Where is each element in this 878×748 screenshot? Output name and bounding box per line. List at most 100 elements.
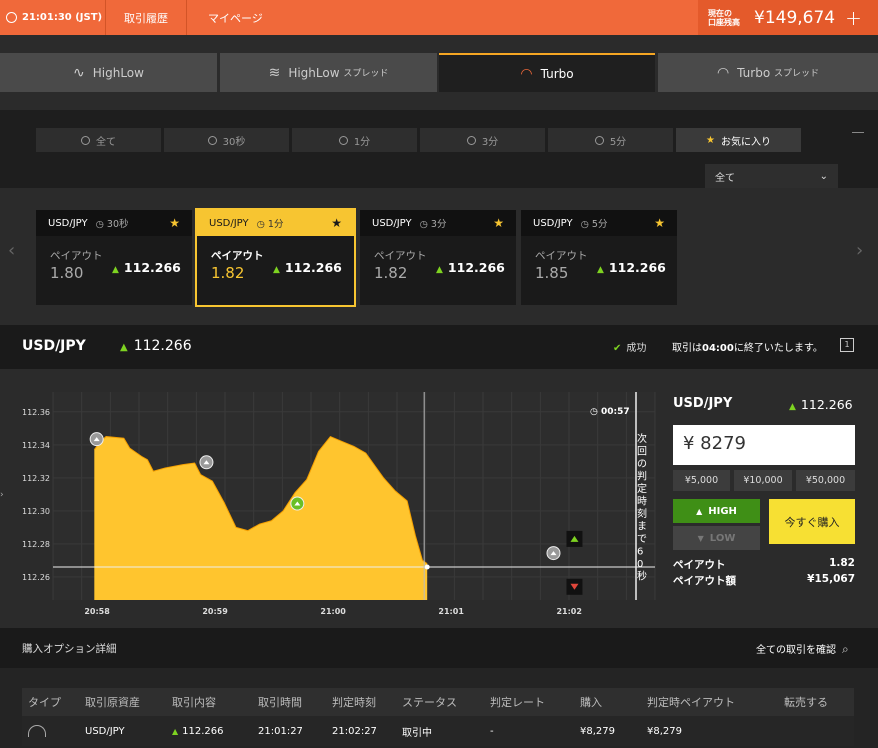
high-button[interactable]: ▲ HIGH (673, 499, 760, 523)
search-icon: ⌕ (842, 642, 849, 656)
card-payout-label: ペイアウト (374, 250, 427, 262)
x-tick-label: 21:01 (438, 607, 464, 616)
cards-prev-arrow[interactable]: ‹ (8, 240, 15, 261)
current-point (424, 564, 430, 570)
table-header: タイプ 取引原資産 取引内容 取引時間 判定時刻 ステータス 判定レート 購入 … (22, 688, 854, 716)
star-icon[interactable]: ★ (654, 216, 665, 230)
card-pair: USD/JPY (533, 217, 573, 229)
filter-5m[interactable]: 5分 (548, 128, 673, 152)
chart-left-arrow[interactable]: › (0, 490, 4, 500)
purchase-details-header: 購入オプション詳細 全ての取引を確認 ⌕ (0, 628, 878, 668)
vertical-countdown-char: 回 (637, 446, 647, 458)
investment-amount-input[interactable]: ¥ 8279 (673, 425, 855, 465)
top-bar: 21:01:30 (JST) 取引履歴 マイページ 現在の 口座残高 ¥149,6… (0, 0, 878, 35)
clock-icon (6, 12, 17, 23)
vertical-countdown-char: 0 (637, 559, 643, 570)
tab-turbo[interactable]: ◠ Turbo (439, 53, 655, 92)
card-duration: ◷ 5分 (580, 219, 608, 230)
filter-3m[interactable]: 3分 (420, 128, 545, 152)
vertical-countdown-char: 秒 (637, 570, 647, 583)
table-row[interactable]: USD/JPY ▲ 112.266 21:01:27 21:02:27 取引中 -… (22, 716, 854, 746)
vertical-countdown-char: 刻 (637, 507, 647, 520)
buy-now-button[interactable]: 今すぐ購入 (769, 499, 855, 544)
up-arrow-icon: ▲ (696, 506, 703, 516)
nav-trade-history[interactable]: 取引履歴 (106, 0, 187, 35)
status-success: ✔ 成功 (613, 343, 647, 354)
card-payout-value: 1.80 (50, 264, 84, 282)
tab-highlow[interactable]: ∿ HighLow (0, 53, 217, 92)
star-icon: ★ (706, 134, 715, 146)
card-rate: ▲ 112.266 (436, 260, 505, 275)
card-pair: USD/JPY (48, 217, 88, 229)
preset-10000-button[interactable]: ¥10,000 (734, 470, 792, 491)
asset-filter-select[interactable]: 全て ⌄ (705, 164, 838, 188)
y-tick-label: 112.34 (22, 441, 50, 450)
filter-1m[interactable]: 1分 (292, 128, 417, 152)
chart-svg[interactable]: 112.36 112.34 112.32 112.30 112.28 112.26 20:5… (0, 380, 660, 620)
panel-rate: ▲ 112.266 (789, 397, 853, 412)
clock-icon (594, 135, 604, 145)
up-arrow-icon: ▲ (120, 342, 128, 353)
clock-icon (338, 135, 348, 145)
view-all-trades-link[interactable]: 全ての取引を確認 ⌕ (756, 641, 849, 657)
y-tick-label: 112.32 (22, 474, 50, 483)
check-icon: ✔ (613, 343, 622, 354)
star-icon[interactable]: ★ (331, 216, 342, 230)
highlow-icon: ∿ (73, 64, 85, 81)
star-icon[interactable]: ★ (493, 216, 504, 230)
filter-favorites[interactable]: ★ お気に入り (676, 128, 801, 152)
cards-next-arrow[interactable]: › (856, 240, 863, 261)
expand-icon[interactable]: 1 (840, 338, 854, 352)
card-payout-label: ペイアウト (211, 250, 264, 262)
asset-card[interactable]: USD/JPY ◷ 5分 ★ ペイアウト 1.85 ▲ 112.266 (521, 210, 677, 305)
preset-5000-button[interactable]: ¥5,000 (673, 470, 730, 491)
collapse-icon[interactable] (852, 132, 864, 133)
up-arrow-icon: ▲ (597, 265, 604, 275)
card-payout-value: 1.82 (211, 264, 245, 282)
chevron-down-icon: ⌄ (819, 170, 828, 182)
panel-pair: USD/JPY (673, 396, 733, 411)
card-rate: ▲ 112.266 (273, 260, 342, 275)
filter-all[interactable]: 全て (36, 128, 161, 152)
tab-turbo-spread[interactable]: ◠ Turbo スプレッド (658, 53, 878, 92)
preset-50000-button[interactable]: ¥50,000 (796, 470, 855, 491)
asset-pair: USD/JPY (22, 338, 86, 354)
vertical-countdown-char: の (637, 459, 647, 470)
x-tick-label: 21:02 (556, 607, 581, 616)
x-tick-label: 20:58 (84, 607, 110, 616)
up-arrow-icon: ▲ (273, 265, 280, 275)
payout-amount-row: ペイアウト額 ¥15,067 (673, 573, 855, 587)
deposit-plus-icon[interactable]: + (845, 6, 862, 30)
asset-card[interactable]: USD/JPY ◷ 30秒 ★ ペイアウト 1.80 ▲ 112.266 (36, 210, 192, 305)
details-title: 購入オプション詳細 (22, 643, 117, 655)
card-pair: USD/JPY (372, 217, 412, 229)
y-tick-label: 112.26 (22, 573, 50, 582)
vertical-countdown-char: で (637, 534, 647, 545)
x-tick-label: 20:59 (202, 607, 228, 616)
countdown-label: ◷ 00:57 (590, 407, 630, 417)
asset-card-selected[interactable]: USD/JPY ◷ 1分 ★ ペイアウト 1.82 ▲ 112.266 (195, 208, 356, 307)
asset-card[interactable]: USD/JPY ◷ 3分 ★ ペイアウト 1.82 ▲ 112.266 (360, 210, 516, 305)
y-tick-label: 112.28 (22, 540, 50, 549)
vertical-countdown-char: ま (637, 521, 647, 533)
card-pair: USD/JPY (209, 217, 249, 229)
vertical-countdown-char: 次 (637, 432, 647, 445)
server-clock: 21:01:30 (JST) (0, 0, 106, 35)
y-tick-label: 112.30 (22, 507, 50, 516)
up-arrow-icon: ▲ (172, 726, 179, 736)
low-button[interactable]: ▼ LOW (673, 526, 760, 550)
star-icon[interactable]: ★ (169, 216, 180, 230)
trade-panel: USD/JPY ▲ 112.266 ¥ 8279 ¥5,000 ¥10,000 ¥… (663, 380, 868, 592)
balance-amount: ¥149,674 (754, 7, 836, 28)
up-arrow-icon: ▲ (112, 265, 119, 275)
filter-30s[interactable]: 30秒 (164, 128, 289, 152)
up-arrow-icon: ▲ (436, 265, 443, 275)
card-duration: ◷ 30秒 (95, 219, 129, 230)
trade-end-message: 取引は04:00に終了いたします。 (672, 343, 823, 354)
price-chart[interactable]: 112.36 112.34 112.32 112.30 112.28 112.26 20:5… (0, 380, 660, 620)
card-duration: ◷ 1分 (256, 219, 284, 230)
vertical-countdown-char: 時 (637, 496, 647, 508)
nav-mypage[interactable]: マイページ (190, 0, 281, 35)
y-tick-label: 112.36 (22, 408, 50, 417)
tab-highlow-spread[interactable]: ≋ HighLow スプレッド (220, 53, 437, 92)
